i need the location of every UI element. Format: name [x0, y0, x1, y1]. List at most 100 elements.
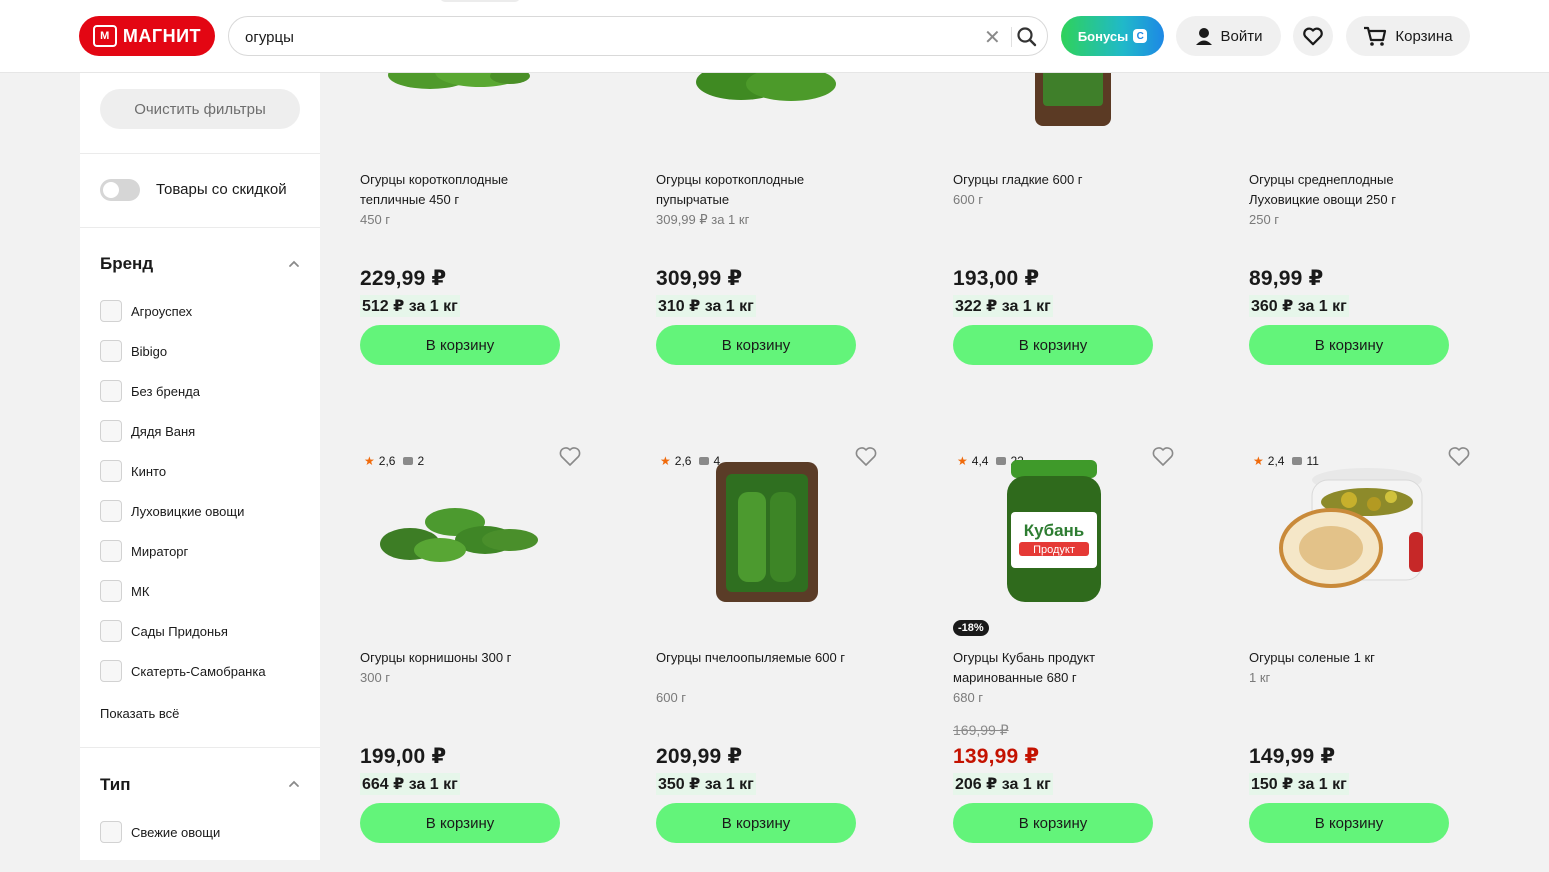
product-card[interactable]: ★ 2,6 4 Огурцы пчелоопыляемые 600 г 600 …: [636, 447, 877, 872]
logo-text: МАГНИТ: [122, 25, 202, 46]
checkbox[interactable]: [100, 580, 122, 602]
favorite-heart-icon[interactable]: [1447, 444, 1471, 468]
jar-brand-label: Кубань: [1024, 521, 1085, 540]
product-unit-price: 512 ₽ за 1 кг: [360, 295, 460, 317]
search-icon[interactable]: [1015, 25, 1039, 49]
product-price: 209,99 ₽: [656, 745, 743, 768]
product-title[interactable]: Огурцы соленые 1 кг: [1249, 648, 1449, 668]
brand-label: Сады Придонья: [131, 623, 228, 639]
brand-label: Без бренда: [131, 383, 200, 399]
checkbox[interactable]: [100, 500, 122, 522]
add-to-cart-button[interactable]: В корзину: [656, 325, 856, 365]
bonus-button[interactable]: Бонусы C: [1061, 16, 1164, 56]
product-title[interactable]: Огурцы среднеплодные Луховицкие овощи 25…: [1249, 170, 1449, 210]
product-title[interactable]: Огурцы гладкие 600 г: [953, 170, 1153, 190]
chevron-up-icon[interactable]: [286, 256, 302, 272]
search-bar: ✕: [228, 16, 1048, 56]
checkbox[interactable]: [100, 340, 122, 362]
discount-toggle[interactable]: [100, 179, 140, 201]
checkbox[interactable]: [100, 420, 122, 442]
bonus-label: Бонусы: [1077, 28, 1129, 44]
add-to-cart-button[interactable]: В корзину: [1249, 325, 1449, 365]
product-card[interactable]: ★ 2,4 11 Огурцы соленые 1 кг 1 кг 149,99…: [1229, 447, 1470, 872]
product-card[interactable]: ★ 4,4 22 Кубань Продукт -18% Огурцы Куба…: [933, 447, 1174, 872]
login-button[interactable]: Войти: [1176, 16, 1281, 56]
cart-button[interactable]: Корзина: [1346, 16, 1470, 56]
add-to-cart-button[interactable]: В корзину: [953, 803, 1153, 843]
brand-label: Bibigo: [131, 343, 168, 359]
brand-filter-kinto[interactable]: Кинто: [100, 459, 166, 483]
add-to-cart-button[interactable]: В корзину: [360, 325, 560, 365]
user-icon: [1195, 28, 1212, 45]
logo-mark-icon: М: [92, 25, 117, 47]
product-price: 229,99 ₽: [360, 267, 447, 290]
product-image[interactable]: ★ 2,4 11: [1249, 447, 1470, 612]
checkbox[interactable]: [100, 540, 122, 562]
add-to-cart-button[interactable]: В корзину: [953, 325, 1153, 365]
product-title[interactable]: Огурцы пчелоопыляемые 600 г: [656, 648, 856, 668]
filters-sidebar: Очистить фильтры Товары со скидкой Бренд…: [80, 40, 320, 860]
login-label: Войти: [1220, 27, 1263, 45]
product-weight: 300 г: [360, 670, 391, 685]
product-weight: 1 кг: [1249, 670, 1271, 685]
product-unit-price: 310 ₽ за 1 кг: [656, 295, 756, 317]
brand-filter-miratorg[interactable]: Мираторг: [100, 539, 188, 563]
favorite-heart-icon[interactable]: [558, 444, 582, 468]
brand-label: Кинто: [131, 463, 167, 479]
heart-icon: [1303, 27, 1323, 46]
bonus-coin-icon: C: [1133, 29, 1148, 43]
product-unit-price: 206 ₽ за 1 кг: [953, 773, 1053, 795]
top-fragment: [440, 0, 520, 2]
brand-filter-dyadya-vanya[interactable]: Дядя Ваня: [100, 419, 195, 443]
checkbox[interactable]: [100, 460, 122, 482]
add-to-cart-button[interactable]: В корзину: [360, 803, 560, 843]
favorites-button[interactable]: [1293, 16, 1333, 56]
brand-filter-skatert-samobranka[interactable]: Скатерть-Самобранка: [100, 659, 266, 683]
add-to-cart-button[interactable]: В корзину: [1249, 803, 1449, 843]
brand-label: Мираторг: [131, 543, 189, 559]
show-all-brands-link[interactable]: Показать всё: [100, 706, 179, 721]
site-header: М МАГНИТ ✕ Бонусы C Войти Корзина: [0, 0, 1549, 73]
magnit-logo[interactable]: М МАГНИТ: [79, 16, 215, 56]
product-title[interactable]: Огурцы короткоплодные тепличные 450 г: [360, 170, 560, 210]
chevron-up-icon[interactable]: [286, 776, 302, 792]
product-image[interactable]: ★ 2,6 2: [360, 447, 581, 612]
product-card[interactable]: ★ 2,6 2 Огурцы корнишоны 300 г 300 г 199…: [340, 447, 581, 872]
checkbox[interactable]: [100, 620, 122, 642]
product-image[interactable]: ★ 4,4 22 Кубань Продукт -18%: [953, 447, 1174, 636]
brand-label: Луховицкие овощи: [131, 503, 245, 519]
add-to-cart-button[interactable]: В корзину: [656, 803, 856, 843]
brand-filter-bibigo[interactable]: Bibigo: [100, 339, 167, 363]
product-unit-price: 322 ₽ за 1 кг: [953, 295, 1053, 317]
brand-label: Дядя Ваня: [131, 423, 196, 439]
divider: [80, 747, 320, 748]
brand-label: Скатерть-Самобранка: [131, 663, 266, 679]
checkbox[interactable]: [100, 821, 122, 843]
brand-filter-lukhovitskie[interactable]: Луховицкие овощи: [100, 499, 244, 523]
checkbox[interactable]: [100, 660, 122, 682]
product-old-price: 169,99 ₽: [953, 722, 1009, 738]
brand-filter-sady-pridonya[interactable]: Сады Придонья: [100, 619, 228, 643]
search-divider: [1011, 27, 1012, 47]
clear-search-icon[interactable]: ✕: [984, 25, 1001, 50]
discount-toggle-label: Товары со скидкой: [156, 181, 287, 198]
checkbox[interactable]: [100, 300, 122, 322]
product-price: 139,99 ₽: [953, 745, 1040, 768]
type-filter-fresh-vegetables[interactable]: Свежие овощи: [100, 820, 220, 844]
brand-filter-mk[interactable]: МК: [100, 579, 149, 603]
brand-filter-no-brand[interactable]: Без бренда: [100, 379, 200, 403]
product-weight: 600 г: [656, 690, 687, 705]
clear-filters-button[interactable]: Очистить фильтры: [100, 89, 300, 129]
brand-filter-agrouspekh[interactable]: Агроуспех: [100, 299, 192, 323]
product-image[interactable]: ★ 2,6 4: [656, 447, 877, 612]
product-title[interactable]: Огурцы короткоплодные пупырчатые: [656, 170, 856, 210]
favorite-heart-icon[interactable]: [854, 444, 878, 468]
product-title[interactable]: Огурцы Кубань продукт маринованные 680 г: [953, 648, 1153, 688]
product-title[interactable]: Огурцы корнишоны 300 г: [360, 648, 560, 668]
discount-badge: -18%: [953, 620, 989, 636]
search-input[interactable]: [243, 26, 967, 48]
checkbox[interactable]: [100, 380, 122, 402]
brand-section-title: Бренд: [100, 254, 154, 273]
favorite-heart-icon[interactable]: [1151, 444, 1175, 468]
product-weight: 250 г: [1249, 212, 1280, 227]
